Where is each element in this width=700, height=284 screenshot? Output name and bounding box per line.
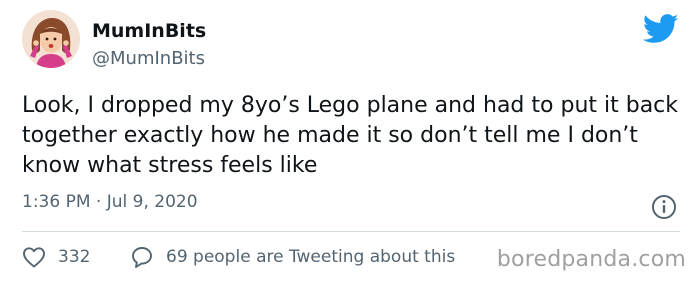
twitter-bird-icon[interactable] xyxy=(643,14,679,44)
watermark: boredpanda.com xyxy=(496,247,686,272)
heart-icon xyxy=(23,247,45,268)
info-icon[interactable] xyxy=(651,194,677,220)
speech-bubble-icon xyxy=(132,247,152,268)
tweet-timestamp[interactable]: 1:36 PM · Jul 9, 2020 xyxy=(22,192,198,212)
user-handle[interactable]: @MumInBits xyxy=(92,48,205,69)
like-count: 332 xyxy=(58,247,91,267)
like-button[interactable]: 332 xyxy=(22,243,90,271)
conversation-button[interactable]: 69 people are Tweeting about this xyxy=(130,243,455,271)
display-name[interactable]: MumInBits xyxy=(92,20,206,42)
tweet-card: MumInBits @MumInBits Look, I dropped my … xyxy=(0,0,700,284)
tweet-text: Look, I dropped my 8yo’s Lego plane and … xyxy=(22,93,679,178)
avatar-illustration xyxy=(22,10,80,68)
divider xyxy=(22,231,680,232)
avatar[interactable] xyxy=(22,10,80,68)
conversation-label: 69 people are Tweeting about this xyxy=(166,247,456,267)
